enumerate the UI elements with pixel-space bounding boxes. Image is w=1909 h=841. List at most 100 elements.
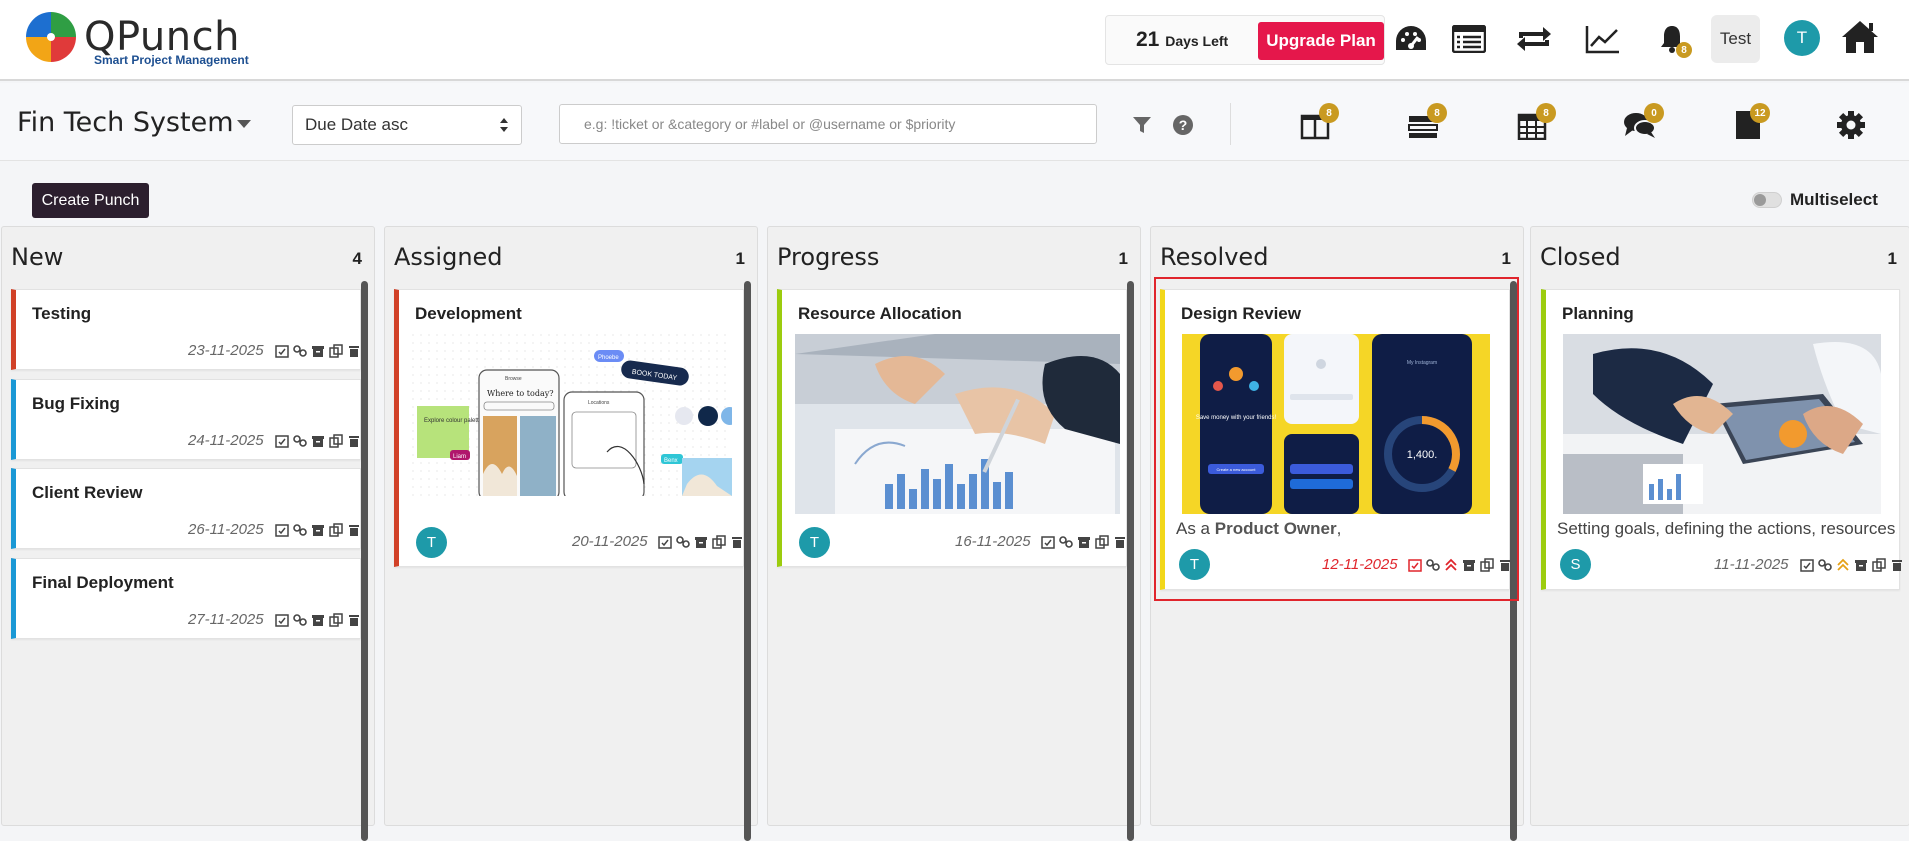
app-logo[interactable]: QPunch Smart Project Management [24,8,264,72]
delete-icon[interactable] [347,523,361,537]
documents-count-badge: 12 [1750,103,1770,123]
card-title: Design Review [1181,304,1301,323]
column-title: Progress [777,243,880,271]
link-icon[interactable] [293,613,307,627]
archive-icon[interactable] [311,523,325,537]
calendar-check-icon[interactable] [658,535,672,549]
calendar-check-icon[interactable] [275,434,289,448]
column-scrollbar[interactable] [361,281,368,841]
punch-card[interactable]: Design Review Save money with your frien… [1160,289,1510,590]
delete-icon[interactable] [347,344,361,358]
archive-icon[interactable] [1854,558,1868,572]
card-title: Testing [32,304,92,323]
punch-card[interactable]: Resource Allocation T 16-11-2025 [777,289,1127,567]
delete-icon[interactable] [1498,558,1512,572]
reports-table-icon[interactable] [1450,20,1488,58]
copy-icon[interactable] [1872,558,1886,572]
calendar-check-icon[interactable] [1800,558,1814,572]
link-icon[interactable] [293,434,307,448]
link-icon[interactable] [1426,558,1440,572]
archive-icon[interactable] [311,344,325,358]
delete-icon[interactable] [347,434,361,448]
list-view-icon[interactable]: 8 [1403,103,1447,145]
punch-card[interactable]: Planning Setting goals, defining the act… [1541,289,1902,590]
palette-note-text: Explore colour palettes [424,418,485,424]
calendar-check-icon[interactable] [275,523,289,537]
multiselect-toggle[interactable] [1752,192,1782,208]
link-icon[interactable] [293,523,307,537]
column-scrollbar[interactable] [1127,281,1134,841]
assignee-avatar[interactable]: T [799,527,830,558]
comments-icon[interactable]: 0 [1620,103,1664,145]
column-scrollbar[interactable] [744,281,751,841]
calendar-check-icon[interactable] [275,344,289,358]
link-icon[interactable] [293,344,307,358]
upgrade-plan-button[interactable]: Upgrade Plan [1258,22,1384,60]
archive-icon[interactable] [1077,535,1091,549]
calendar-check-icon[interactable] [1408,558,1422,572]
copy-icon[interactable] [329,523,343,537]
assignee-avatar[interactable]: T [1179,549,1210,580]
copy-icon[interactable] [1095,535,1109,549]
punch-card[interactable]: Client Review 26-11-2025 [11,468,361,549]
home-icon[interactable] [1839,16,1881,58]
archive-icon[interactable] [311,434,325,448]
user-avatar[interactable]: T [1784,20,1820,56]
search-input[interactable] [559,104,1097,144]
benx-tag-text: Benx [664,458,678,464]
board-view-icon[interactable]: 8 [1295,103,1339,145]
chevron-down-icon[interactable] [236,119,252,129]
help-icon[interactable]: ? [1163,105,1203,145]
project-title[interactable]: Fin Tech System [17,107,234,138]
delete-icon[interactable] [1890,558,1904,572]
column-count: 1 [1887,249,1897,268]
link-icon[interactable] [1818,558,1832,572]
link-icon[interactable] [1059,535,1073,549]
filter-icon[interactable] [1122,105,1162,145]
create-punch-button[interactable]: Create Punch [32,183,149,218]
plan-box: 21 Days Left Upgrade Plan [1105,15,1385,65]
column-resolved: Resolved 1 Design Review Save money with… [1150,226,1524,841]
calendar-check-icon[interactable] [1041,535,1055,549]
archive-icon[interactable] [311,613,325,627]
user-menu-button[interactable]: Test [1711,15,1760,63]
link-icon[interactable] [676,535,690,549]
desc-prefix: As a [1176,519,1215,538]
copy-icon[interactable] [329,613,343,627]
card-title: Planning [1562,304,1634,323]
notifications-bell-icon[interactable]: 8 [1653,20,1692,58]
punch-card[interactable]: Testing 23-11-2025 [11,289,361,370]
assignee-avatar[interactable]: T [416,527,447,558]
column-new: New 4 Testing 23-11-2025 Bug Fixing 24-1… [1,226,375,841]
delete-icon[interactable] [1113,535,1127,549]
punch-card[interactable]: Bug Fixing 24-11-2025 [11,379,361,460]
top-header: QPunch Smart Project Management 21 Days … [0,0,1909,81]
card-actions [275,523,361,537]
dashboard-icon[interactable] [1392,20,1430,58]
punch-card[interactable]: Final Deployment 27-11-2025 [11,558,361,639]
archive-icon[interactable] [694,535,708,549]
punch-card[interactable]: Development Explore colour palettes Liam… [394,289,744,567]
archive-icon[interactable] [1462,558,1476,572]
calendar-check-icon[interactable] [275,613,289,627]
copy-icon[interactable] [329,344,343,358]
settings-gear-icon[interactable] [1831,105,1871,145]
card-cover-image: Save money with your friends! Create a n… [1182,334,1490,514]
card-title: Resource Allocation [798,304,962,323]
card-actions [658,535,744,549]
card-actions [275,613,361,627]
documents-icon[interactable]: 12 [1728,103,1770,145]
copy-icon[interactable] [329,434,343,448]
column-progress: Progress 1 Resource Allocation T 16-11-2… [767,226,1141,841]
calendar-view-icon[interactable]: 8 [1512,103,1556,145]
toolbar-divider [1230,103,1231,145]
sync-icon[interactable] [1515,20,1553,58]
analytics-chart-icon[interactable] [1584,20,1622,58]
delete-icon[interactable] [347,613,361,627]
delete-icon[interactable] [730,535,744,549]
sort-select[interactable]: Due Date asc [292,105,522,145]
copy-icon[interactable] [712,535,726,549]
assignee-avatar[interactable]: S [1560,549,1591,580]
column-title: Assigned [394,243,503,271]
copy-icon[interactable] [1480,558,1494,572]
